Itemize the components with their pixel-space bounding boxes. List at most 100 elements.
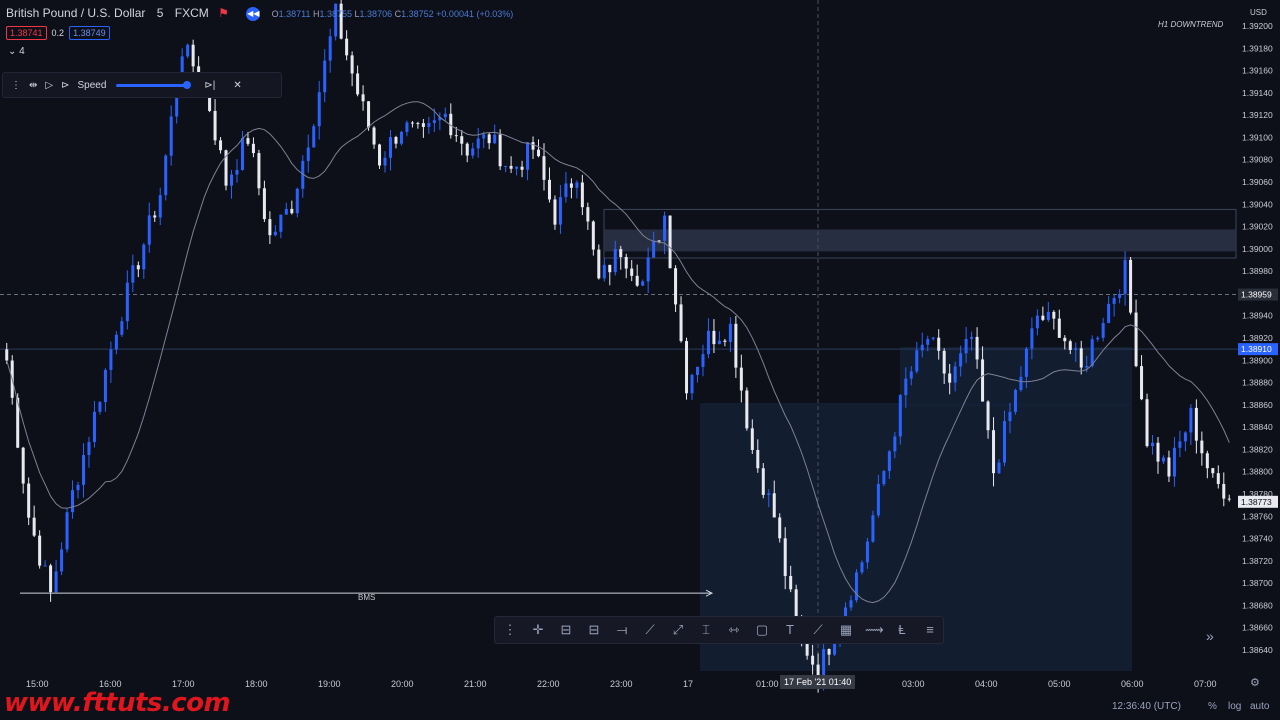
candle bbox=[553, 199, 557, 225]
candle bbox=[865, 541, 869, 563]
scroll-to-latest-icon[interactable]: » bbox=[1206, 628, 1214, 644]
candle bbox=[153, 215, 157, 218]
candle bbox=[876, 484, 880, 516]
candle bbox=[1079, 348, 1083, 368]
candle bbox=[372, 127, 376, 145]
candle bbox=[887, 451, 891, 472]
regression-channel-icon[interactable]: ⊟ bbox=[585, 621, 603, 639]
candle bbox=[460, 136, 464, 144]
trend-line-icon[interactable]: ⟋ bbox=[641, 621, 659, 639]
speed-knob[interactable] bbox=[183, 80, 192, 89]
drag-handle-icon[interactable]: ⋮ bbox=[11, 80, 21, 91]
ask-price[interactable]: 1.38749 bbox=[69, 26, 110, 40]
candle bbox=[624, 256, 628, 269]
log-toggle[interactable]: log bbox=[1228, 701, 1241, 712]
symbol-name[interactable]: British Pound / U.S. Dollar bbox=[6, 6, 145, 20]
candle bbox=[388, 137, 392, 158]
price-range-icon[interactable]: ⌶ bbox=[697, 621, 715, 639]
drag-handle-icon[interactable]: ⋮ bbox=[501, 621, 519, 639]
h1-downtrend-label: H1 DOWNTREND bbox=[1158, 20, 1224, 29]
price-tick-label: 1.38920 bbox=[1242, 333, 1273, 343]
candle bbox=[783, 538, 787, 576]
candle bbox=[356, 73, 360, 95]
auto-toggle[interactable]: auto bbox=[1250, 701, 1269, 712]
gear-icon[interactable]: ⚙ bbox=[1250, 676, 1260, 689]
time-tick-label: 01:00 bbox=[756, 679, 779, 689]
indicator-toggle[interactable]: ⌄ 4 bbox=[8, 46, 25, 57]
crosshair-icon[interactable]: ✛ bbox=[529, 621, 547, 639]
forward-icon[interactable]: ⊳ bbox=[61, 80, 69, 91]
play-icon[interactable]: ▷ bbox=[45, 80, 53, 91]
time-tick-label: 07:00 bbox=[1194, 679, 1217, 689]
price-tick-label: 1.38760 bbox=[1242, 511, 1273, 521]
flag-icon[interactable]: ⚑ bbox=[218, 6, 229, 20]
candle bbox=[898, 395, 902, 437]
price-tick-label: 1.39060 bbox=[1242, 177, 1273, 187]
grid-icon[interactable]: ▦ bbox=[837, 621, 855, 639]
candle bbox=[641, 281, 645, 286]
candle bbox=[1057, 318, 1061, 338]
candle bbox=[909, 371, 913, 379]
candle bbox=[690, 374, 694, 394]
select-bar-icon[interactable]: ⇹ bbox=[29, 80, 37, 91]
timeframe[interactable]: 5 bbox=[157, 6, 164, 20]
bid-price[interactable]: 1.38741 bbox=[6, 26, 47, 40]
candle bbox=[147, 215, 151, 245]
path-icon[interactable]: ⟿ bbox=[865, 621, 884, 639]
candle bbox=[1107, 303, 1111, 324]
candle bbox=[410, 122, 414, 124]
close-icon[interactable]: ✕ bbox=[233, 80, 241, 91]
replay-toolbar: ⋮ ⇹ ▷ ⊳ Speed ⊳| ✕ bbox=[2, 72, 282, 98]
time-tick-label: 03:00 bbox=[902, 679, 925, 689]
chevron-down-icon: ⌄ bbox=[8, 46, 17, 57]
replay-icon[interactable]: ◀◀ bbox=[246, 6, 261, 21]
extended-line-icon[interactable]: ⤢ bbox=[669, 621, 687, 639]
price-marker-blue: 1.38910 bbox=[1241, 344, 1272, 354]
price-tick-label: 1.39000 bbox=[1242, 244, 1273, 254]
candle bbox=[942, 350, 946, 374]
candle bbox=[712, 330, 716, 345]
candle bbox=[1205, 453, 1209, 469]
price-tick-label: 1.38900 bbox=[1242, 355, 1273, 365]
candle bbox=[454, 135, 458, 137]
candle bbox=[81, 455, 85, 485]
price-tick-label: 1.38640 bbox=[1242, 645, 1273, 655]
watermark-logo: www.fttuts.com bbox=[4, 688, 231, 718]
candle bbox=[1167, 457, 1171, 477]
price-chart[interactable]: 1.39200 1.39180 1.39160 1.39140 1.39120 1.391… bbox=[0, 0, 1280, 720]
candle bbox=[295, 188, 299, 214]
candle bbox=[1183, 432, 1187, 442]
candle bbox=[1035, 315, 1039, 329]
candle bbox=[542, 156, 546, 180]
horizontal-ray-icon[interactable]: ⟞ bbox=[613, 621, 631, 639]
candle bbox=[394, 137, 398, 144]
candle bbox=[1052, 311, 1056, 319]
text-tool-icon[interactable]: Ⱡ bbox=[893, 621, 911, 639]
clock[interactable]: 12:36:40 (UTC) bbox=[1112, 701, 1181, 712]
candle bbox=[739, 367, 743, 391]
candle bbox=[1085, 365, 1089, 368]
parallel-channel-icon[interactable]: ⊟ bbox=[557, 621, 575, 639]
speed-slider[interactable] bbox=[116, 80, 192, 89]
candle bbox=[87, 441, 91, 456]
candle bbox=[1189, 407, 1193, 433]
candle bbox=[926, 339, 930, 345]
candle bbox=[427, 123, 431, 127]
candle bbox=[251, 143, 255, 154]
candle bbox=[537, 149, 541, 157]
candle bbox=[1008, 411, 1012, 422]
measure-icon[interactable]: ⟋ bbox=[809, 621, 827, 639]
rectangle-icon[interactable]: ▢ bbox=[753, 621, 771, 639]
candle bbox=[613, 249, 617, 273]
percent-toggle[interactable]: % bbox=[1208, 701, 1217, 712]
candle bbox=[674, 268, 678, 305]
date-range-icon[interactable]: ⇿ bbox=[725, 621, 743, 639]
time-tick-label: 06:00 bbox=[1121, 679, 1144, 689]
lines-menu-icon[interactable]: ≡ bbox=[921, 621, 939, 639]
candle bbox=[997, 462, 1001, 474]
price-tick-label: 1.39180 bbox=[1242, 43, 1273, 53]
candle bbox=[1194, 407, 1198, 441]
candle bbox=[416, 123, 420, 125]
jump-to-realtime-icon[interactable]: ⊳| bbox=[204, 80, 215, 91]
text-icon[interactable]: T bbox=[781, 621, 799, 639]
